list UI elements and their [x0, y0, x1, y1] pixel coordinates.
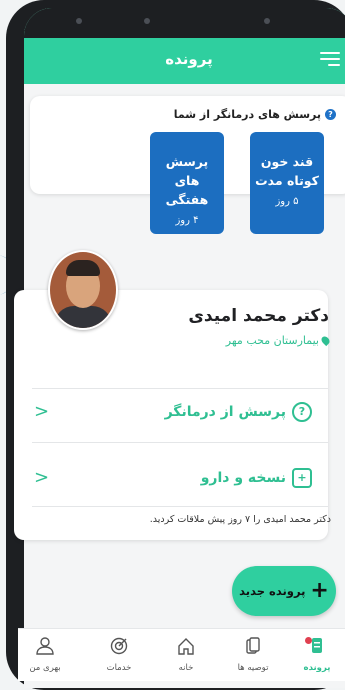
question-tile-weekly[interactable]: پرسش های هفتگی ۴ روز	[150, 132, 224, 234]
nav-item-services[interactable]: خدمات	[94, 637, 144, 673]
divider	[32, 506, 328, 507]
nav-item-records[interactable]: پرونده	[292, 637, 342, 673]
nav-item-profile[interactable]: بهری من	[20, 637, 70, 673]
document-copy-icon	[246, 637, 260, 654]
bottom-nav: پرونده توصیه ها خانه خدمات بهری من	[18, 628, 345, 681]
pill-bottle-icon: +	[292, 468, 312, 488]
last-visit-text: دکتر محمد امیدی را ۷ روز پیش ملاقات کردی…	[149, 514, 331, 525]
doctor-name: دکتر محمد امیدی	[188, 306, 329, 326]
status-notch	[24, 8, 345, 38]
chevron-left-icon: <	[34, 467, 50, 488]
plus-icon: +	[310, 578, 329, 603]
chevron-left-icon: <	[34, 401, 50, 422]
notification-badge	[305, 637, 312, 644]
tile-duration: ۴ روز	[175, 215, 199, 226]
nav-item-home[interactable]: خانه	[161, 637, 211, 673]
user-icon	[36, 637, 54, 655]
new-record-button[interactable]: + پرونده جدید	[232, 566, 336, 616]
target-icon	[110, 637, 128, 655]
question-circle-icon: ?	[292, 402, 312, 422]
nav-item-recommendations[interactable]: توصیه ها	[228, 637, 278, 673]
tile-title: پرسش های هفتگی	[165, 154, 209, 207]
home-icon	[178, 638, 194, 655]
divider	[32, 442, 328, 443]
question-icon: ?	[325, 109, 336, 120]
tile-title: قند خون کوتاه مدت	[255, 154, 319, 188]
page-title: پرونده	[165, 50, 213, 68]
doctor-avatar	[48, 250, 118, 330]
menu-icon[interactable]	[320, 52, 340, 66]
prescription-row[interactable]: + نسخه و دارو <	[14, 454, 328, 502]
questions-heading: ? پرسش های درمانگر از شما	[174, 108, 336, 121]
ask-therapist-row[interactable]: ? پرسش از درمانگر <	[14, 388, 328, 436]
top-bar: پرونده	[24, 8, 345, 84]
doctor-location: بیمارستان محب مهر	[226, 334, 332, 347]
tile-duration: ۵ روز	[275, 196, 299, 207]
question-tile-blood-sugar[interactable]: قند خون کوتاه مدت ۵ روز	[250, 132, 324, 234]
